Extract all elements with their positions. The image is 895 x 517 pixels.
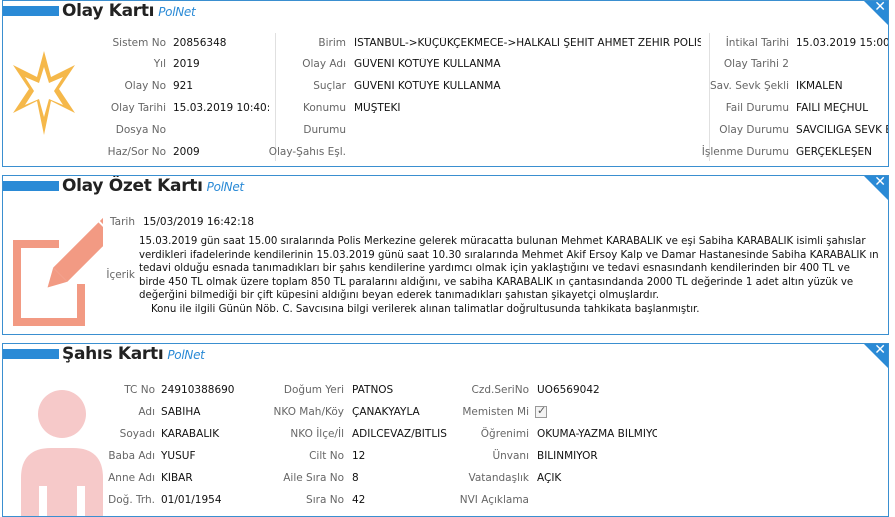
field-value: 921 xyxy=(173,80,194,92)
field-value: İSTANBUL->KÜÇÜKÇEKMECE->HALKALI ŞEHİT AH… xyxy=(354,37,701,49)
field-value: AÇIK xyxy=(537,472,562,484)
field-label: Suçlar xyxy=(313,80,346,92)
olay-card-title: Olay Kartı PolNet xyxy=(62,1,196,21)
field-label: Anne Adı xyxy=(108,472,155,484)
field-label: İşlenme Durumu xyxy=(701,146,789,158)
field-label: Sav. Sevk Şekli xyxy=(710,80,789,92)
field-label: Doğum Yeri xyxy=(283,384,344,396)
field-label: Olay Durumu xyxy=(719,124,789,136)
polnet-brand: PolNet xyxy=(167,348,205,362)
field-label: Doğ. Trh. xyxy=(108,494,155,506)
field-label: Soyadı xyxy=(119,428,155,440)
icerik-label: İçerik xyxy=(106,269,135,281)
field-label: Olay-Şahıs Eşl. xyxy=(268,146,346,158)
field-value: 2019 xyxy=(173,58,200,70)
close-icon[interactable]: ✕ xyxy=(874,1,886,15)
card-title-text: Şahıs Kartı xyxy=(62,344,164,364)
field-value: OKUMA-YAZMA BİLMİYOR xyxy=(537,428,657,440)
field-label: Sıra No xyxy=(306,494,344,506)
field-label: Olay Tarihi xyxy=(110,102,166,114)
field-value: GÜVENİ KÖTÜYE KULLANMA xyxy=(354,80,501,92)
field-label: Olay Tarihi 2 xyxy=(723,58,789,70)
field-value: 20856348 xyxy=(173,37,227,49)
edit-note-icon xyxy=(7,206,119,326)
tarih-label: Tarih xyxy=(110,216,135,228)
field-label: Sistem No xyxy=(112,37,166,49)
olay-ozet-card: Olay Özet Kartı PolNet ✕ Tarih 15/03/2019… xyxy=(2,175,889,335)
ozet-card-header: Olay Özet Kartı PolNet xyxy=(3,176,888,202)
field-label: Birim xyxy=(318,37,346,49)
field-label: Olay No xyxy=(124,80,166,92)
close-icon[interactable]: ✕ xyxy=(874,176,886,190)
field-value: 15.03.2019 15:00:00 xyxy=(796,37,888,49)
field-value: BİLİNMİYOR xyxy=(537,450,598,462)
card-title-text: Olay Özet Kartı xyxy=(62,176,203,196)
close-icon[interactable]: ✕ xyxy=(874,344,886,358)
card-title-text: Olay Kartı xyxy=(62,1,155,21)
field-label: Durumu xyxy=(303,124,346,136)
field-value: MÜŞTEKİ xyxy=(354,102,401,114)
field-label: TC No xyxy=(124,384,155,396)
field-label: Öğrenimi xyxy=(480,428,529,440)
field-label: Dosya No xyxy=(115,124,166,136)
field-label: Haz/Sor No xyxy=(107,146,166,158)
field-value: UO6569042 xyxy=(537,384,600,396)
icerik-paragraph: Konu ile ilgili Günün Nöb. C. Savcısına … xyxy=(151,303,700,315)
column-divider xyxy=(275,33,276,161)
field-label: Yıl xyxy=(153,58,166,70)
column-divider xyxy=(709,33,710,161)
memisten-mi-checkbox[interactable] xyxy=(535,404,547,418)
icerik-paragraph: 15.03.2019 gün saat 15.00 sıralarında Po… xyxy=(139,236,879,302)
field-label: Konumu xyxy=(303,102,346,114)
field-value: 15.03.2019 10:40:00 xyxy=(173,102,269,114)
field-value: GÜVENİ KÖTÜYE KULLANMA xyxy=(354,58,501,70)
field-value: GERÇEKLEŞEN xyxy=(796,146,873,158)
field-label: Adı xyxy=(138,406,155,418)
polnet-brand: PolNet xyxy=(158,5,196,19)
olay-card-header: Olay Kartı PolNet xyxy=(3,1,888,27)
icerik-text: 15.03.2019 gün saat 15.00 sıralarında Po… xyxy=(139,235,879,317)
field-label: Baba Adı xyxy=(108,450,155,462)
polnet-brand: PolNet xyxy=(206,180,244,194)
field-value: SAVCILIĞA SEVK EDİLDİ xyxy=(796,124,888,136)
field-value: İKMALEN xyxy=(796,80,843,92)
header-accent-bar xyxy=(3,6,59,16)
field-label: Fail Durumu xyxy=(725,102,789,114)
field-label: NKO Mah/Köy xyxy=(273,406,344,418)
tarih-value: 15/03/2019 16:42:18 xyxy=(143,216,255,228)
field-value: FAİLİ MEÇHUL xyxy=(796,102,869,114)
olay-card: Olay Kartı PolNet ✕ Sistem No 20856348 Yı… xyxy=(2,0,889,167)
field-label: Aile Sıra No xyxy=(283,472,344,484)
field-label: Cilt No xyxy=(309,450,344,462)
field-label: Memisten Mi xyxy=(462,406,529,418)
sahis-card-header: Şahıs Kartı PolNet xyxy=(3,344,888,370)
header-accent-bar xyxy=(3,349,59,359)
field-value: 2009 xyxy=(173,146,200,158)
header-accent-bar xyxy=(3,181,59,191)
field-label: Czd.SeriNo xyxy=(471,384,529,396)
ozet-card-title: Olay Özet Kartı PolNet xyxy=(62,176,244,196)
field-label: Vatandaşlık xyxy=(468,472,530,484)
sahis-card: Şahıs Kartı PolNet ✕ TC No 24910388690 Ad… xyxy=(2,343,889,517)
field-label: NVI Açıklama xyxy=(459,494,529,506)
field-label: Ünvanı xyxy=(492,450,529,462)
field-label: Olay Adı xyxy=(302,58,346,70)
field-label: İntikal Tarihi xyxy=(725,37,789,49)
field-label: NKO İlçe/İl xyxy=(290,428,344,440)
sahis-card-title: Şahıs Kartı PolNet xyxy=(62,344,205,364)
